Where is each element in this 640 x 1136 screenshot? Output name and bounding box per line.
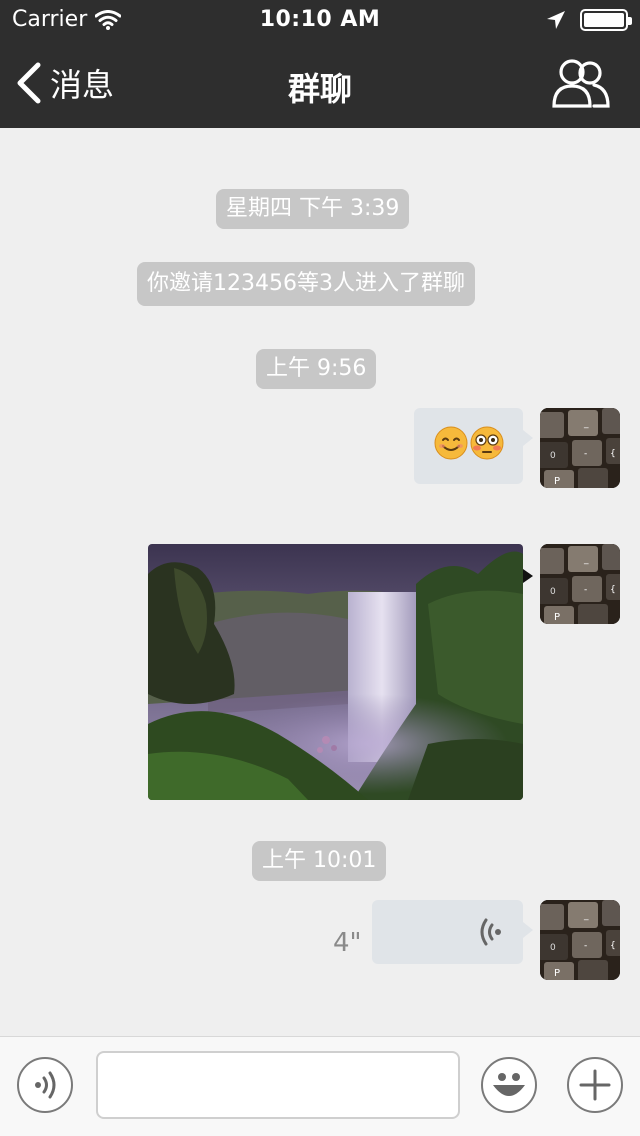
image-bubble-tail xyxy=(523,569,533,583)
image-message[interactable] xyxy=(148,544,523,800)
voice-wave-icon xyxy=(480,918,501,946)
waterfall-photo xyxy=(148,544,523,800)
svg-text:P: P xyxy=(554,612,560,623)
avatar[interactable]: 0 _ - P { xyxy=(540,544,620,624)
input-bar xyxy=(0,1036,640,1136)
voice-wave-icon xyxy=(35,1071,56,1099)
timestamp-pill: 上午 10:01 xyxy=(252,841,387,881)
flushed-face-icon xyxy=(470,426,504,460)
smiling-face-icon xyxy=(434,426,468,460)
svg-text:-: - xyxy=(584,449,587,459)
battery-icon xyxy=(580,9,632,31)
svg-text:-: - xyxy=(584,941,587,951)
chat-area[interactable]: 星期四 下午 3:39 你邀请123456等3人进入了群聊 上午 9:56 0 … xyxy=(0,128,640,1036)
keyboard-avatar-image: 0 _ - P { xyxy=(540,900,620,980)
top-bar: Carrier 10:10 AM 消息 群聊 xyxy=(0,0,640,128)
page-title: 群聊 xyxy=(287,70,352,108)
emoji-button[interactable] xyxy=(481,1057,537,1113)
voice-message-bubble[interactable] xyxy=(372,900,533,964)
svg-text:_: _ xyxy=(583,911,589,921)
svg-text:0: 0 xyxy=(550,451,556,461)
plus-icon xyxy=(579,1069,611,1101)
svg-text:P: P xyxy=(554,476,560,487)
status-bar: Carrier 10:10 AM xyxy=(0,0,640,40)
svg-text:_: _ xyxy=(583,555,589,565)
smiley-icon xyxy=(493,1073,525,1096)
voice-input-button[interactable] xyxy=(17,1057,73,1113)
voice-duration: 4" xyxy=(333,928,362,958)
svg-text:{: { xyxy=(610,449,616,459)
message-input[interactable] xyxy=(96,1051,460,1119)
timestamp-pill: 星期四 下午 3:39 xyxy=(216,189,410,229)
system-notice-pill: 你邀请123456等3人进入了群聊 xyxy=(137,262,475,306)
svg-text:0: 0 xyxy=(550,943,556,953)
navigation-bar: 消息 群聊 xyxy=(0,40,640,128)
timestamp-pill: 上午 9:56 xyxy=(256,349,377,389)
svg-text:{: { xyxy=(610,941,616,951)
svg-text:_: _ xyxy=(583,419,589,429)
svg-text:-: - xyxy=(584,585,587,595)
emoji-row xyxy=(434,426,504,460)
avatar[interactable]: 0 _ - P { xyxy=(540,408,620,488)
emoji-message-bubble[interactable] xyxy=(414,408,533,484)
svg-text:0: 0 xyxy=(550,587,556,597)
svg-text:P: P xyxy=(554,968,560,979)
keyboard-avatar-image: 0 _ - P { xyxy=(540,408,620,488)
add-more-button[interactable] xyxy=(567,1057,623,1113)
avatar[interactable]: 0 _ - P { xyxy=(540,900,620,980)
status-right xyxy=(546,9,632,31)
keyboard-avatar-image: 0 _ - P { xyxy=(540,544,620,624)
location-arrow-icon xyxy=(547,11,565,29)
group-members-button[interactable] xyxy=(552,56,610,110)
svg-text:{: { xyxy=(610,585,616,595)
status-time: 10:10 AM xyxy=(259,7,381,32)
